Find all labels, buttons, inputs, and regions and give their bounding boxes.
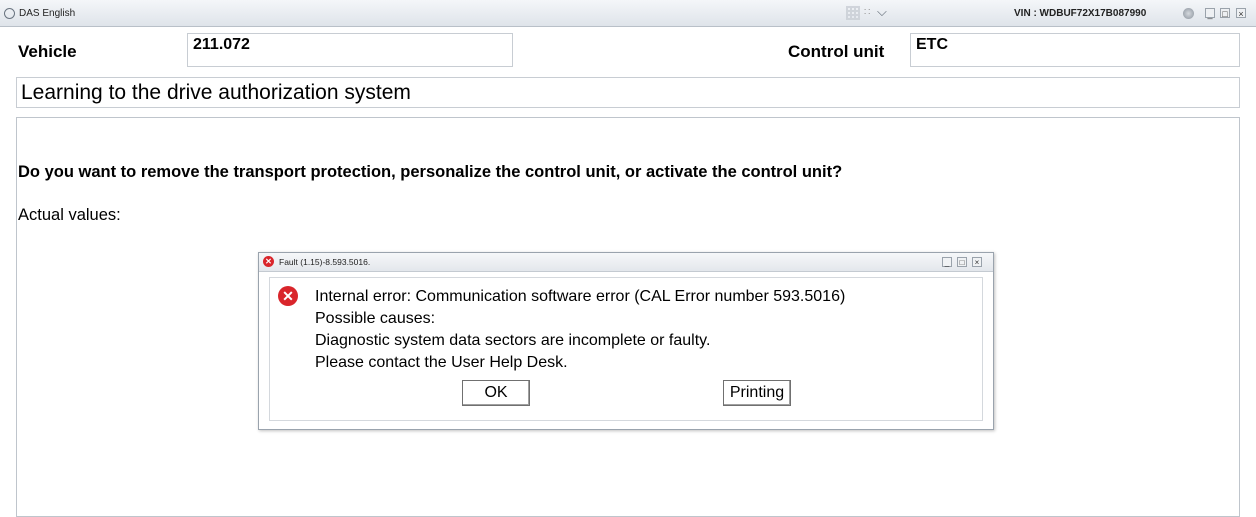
dialog-close-button[interactable]: × [972, 257, 982, 267]
app-logo-icon [4, 8, 15, 19]
control-unit-field: ETC [910, 33, 1240, 67]
dialog-title-bar: ✕ Fault (1.15)-8.593.5016. _ □ × [259, 253, 993, 272]
vehicle-field: 211.072 [187, 33, 513, 67]
question-text: Do you want to remove the transport prot… [18, 163, 843, 181]
ok-button[interactable]: OK [462, 380, 530, 406]
dialog-title: Fault (1.15)-8.593.5016. [279, 257, 371, 267]
status-icon [1183, 8, 1194, 19]
dialog-error-icon: ✕ [263, 256, 274, 267]
restore-button[interactable]: □ [1220, 8, 1230, 19]
error-message-line: Internal error: Communication software e… [315, 288, 846, 305]
chevron-down-icon[interactable]: ⌵ [877, 4, 887, 20]
error-message-line: Diagnostic system data sectors are incom… [315, 332, 711, 349]
error-icon: ✕ [278, 286, 298, 306]
vehicle-label: Vehicle [18, 42, 77, 61]
toolbar-mark: ∷ [864, 7, 871, 18]
window-title-bar: DAS English ∷ ⌵ VIN : WDBUF72X17B087990 … [0, 0, 1256, 27]
printing-button[interactable]: Printing [723, 380, 791, 406]
dialog-minimize-button[interactable]: _ [942, 257, 952, 267]
vin-label: VIN : WDBUF72X17B087990 [1014, 8, 1147, 19]
actual-values-label: Actual values: [18, 206, 121, 224]
page-title: Learning to the drive authorization syst… [16, 77, 1240, 108]
grid-icon[interactable] [846, 6, 860, 20]
app-title: DAS English [19, 8, 76, 19]
error-message-line: Please contact the User Help Desk. [315, 354, 568, 371]
control-unit-label: Control unit [788, 42, 885, 61]
minimize-button[interactable]: _ [1205, 8, 1215, 19]
error-message-line: Possible causes: [315, 310, 436, 327]
dialog-restore-button[interactable]: □ [957, 257, 967, 267]
close-button[interactable]: × [1236, 8, 1246, 19]
